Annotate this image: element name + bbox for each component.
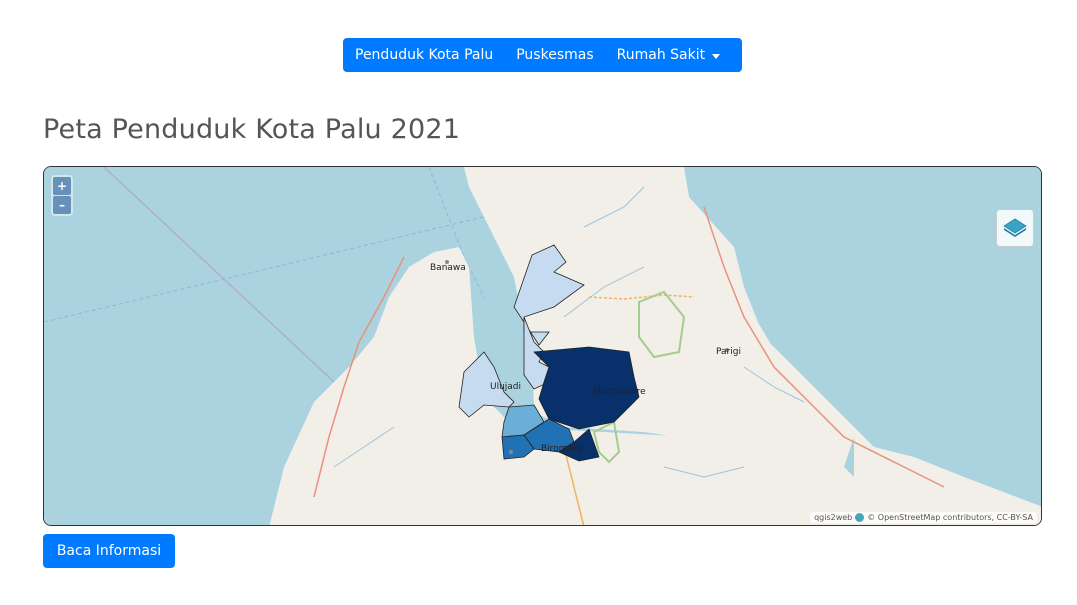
attribution-osm-text[interactable]: © OpenStreetMap contributors, CC-BY-SA <box>867 513 1033 522</box>
navbar: Penduduk Kota Palu Puskesmas Rumah Sakit <box>343 38 742 72</box>
layer-switcher-button[interactable] <box>996 209 1034 247</box>
map-label-ulujadi: Ulujadi <box>490 382 522 392</box>
map-viewport[interactable]: Banawa Parigi Ulujadi Mantikulore Biroma… <box>43 166 1042 526</box>
layers-icon <box>1003 218 1027 237</box>
zoom-out-button[interactable]: – <box>53 196 71 214</box>
nav-rumah-sakit-label: Rumah Sakit <box>616 47 706 63</box>
nav-rumah-sakit-dropdown[interactable]: Rumah Sakit <box>616 47 721 63</box>
osm-logo-icon <box>855 513 865 522</box>
map-label-banawa: Banawa <box>430 263 466 273</box>
attribution-qgis2web-link[interactable]: qgis2web <box>814 513 852 522</box>
zoom-in-button[interactable]: + <box>53 177 71 195</box>
nav-puskesmas[interactable]: Puskesmas <box>516 47 593 63</box>
page-title: Peta Penduduk Kota Palu 2021 <box>43 114 461 145</box>
map-label-mantikulore: Mantikulore <box>593 387 646 397</box>
map-attribution: qgis2web © OpenStreetMap contributors, C… <box>810 512 1037 523</box>
caret-down-icon <box>712 53 721 59</box>
nav-penduduk-kota-palu[interactable]: Penduduk Kota Palu <box>355 47 493 63</box>
map-basemap <box>44 167 1041 525</box>
map-label-biromaru: Biromaru <box>541 444 583 454</box>
baca-informasi-button[interactable]: Baca Informasi <box>43 534 175 568</box>
map-label-parigi: Parigi <box>716 347 741 357</box>
zoom-control: + – <box>51 175 73 216</box>
